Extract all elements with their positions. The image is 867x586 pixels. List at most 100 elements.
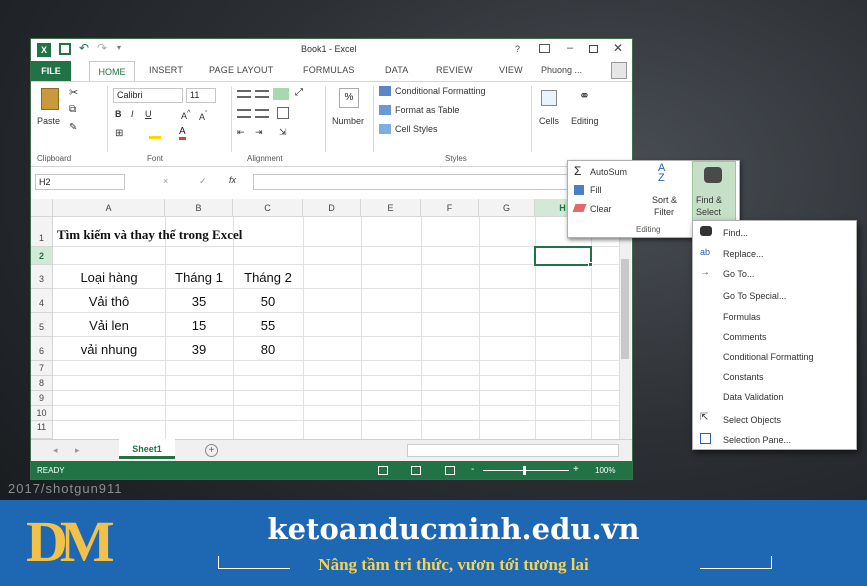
column-header-a[interactable]: A xyxy=(53,199,165,217)
menu-item-find[interactable]: Find... xyxy=(723,228,748,238)
menu-item-selection-pane[interactable]: Selection Pane... xyxy=(723,435,791,445)
row-header-9[interactable]: 9 xyxy=(31,391,53,406)
autosum-button[interactable]: AutoSum xyxy=(590,167,627,177)
orientation-icon[interactable]: ⤢ xyxy=(295,87,303,98)
page-break-view-icon[interactable] xyxy=(445,466,455,475)
enter-icon[interactable]: ✓ xyxy=(199,176,207,187)
row-header-3[interactable]: 3 xyxy=(31,265,53,289)
zoom-level[interactable]: 100% xyxy=(595,466,615,475)
zoom-out-button[interactable]: - xyxy=(471,464,474,475)
column-header-g[interactable]: G xyxy=(479,199,535,217)
tab-file[interactable]: FILE xyxy=(31,61,71,81)
italic-button[interactable]: I xyxy=(131,109,134,119)
column-header-e[interactable]: E xyxy=(361,199,421,217)
increase-indent-icon[interactable]: ⇥ xyxy=(255,127,263,138)
zoom-slider-thumb[interactable] xyxy=(523,466,526,475)
avatar[interactable] xyxy=(611,62,627,79)
align-left-icon[interactable] xyxy=(237,109,251,118)
minimize-button[interactable]: – xyxy=(567,42,573,54)
tab-formulas[interactable]: FORMULAS xyxy=(303,65,355,75)
new-sheet-button[interactable]: + xyxy=(205,444,218,457)
menu-item-comments[interactable]: Comments xyxy=(723,332,767,342)
borders-icon[interactable]: ⊞ xyxy=(115,128,123,139)
formula-input[interactable] xyxy=(253,174,573,190)
table-cell[interactable]: 50 xyxy=(233,294,303,309)
cells-button[interactable]: Cells xyxy=(539,116,559,126)
selected-cell-h2[interactable] xyxy=(534,246,592,266)
header-cell-loai-hang[interactable]: Loại hàng xyxy=(53,270,165,285)
normal-view-icon[interactable] xyxy=(378,466,388,475)
row-header-7[interactable]: 7 xyxy=(31,361,53,376)
menu-item-data-validation[interactable]: Data Validation xyxy=(723,392,783,402)
row-header-11[interactable]: 11 xyxy=(31,421,53,439)
column-header-c[interactable]: C xyxy=(233,199,303,217)
menu-item-go-to-special[interactable]: Go To Special... xyxy=(723,291,786,301)
align-top-icon[interactable] xyxy=(237,90,251,98)
paste-icon[interactable] xyxy=(41,88,59,110)
cell-styles-button[interactable]: Cell Styles xyxy=(395,124,438,134)
tab-review[interactable]: REVIEW xyxy=(436,65,473,75)
worksheet-grid[interactable]: A B C D E F G H 1 2 3 4 5 6 7 8 9 10 11 … xyxy=(31,199,632,439)
table-cell[interactable]: vải nhung xyxy=(53,342,165,357)
row-header-2[interactable]: 2 xyxy=(31,247,53,265)
font-name-box[interactable]: Calibri xyxy=(113,88,183,103)
tab-view[interactable]: VIEW xyxy=(499,65,523,75)
menu-item-go-to[interactable]: Go To... xyxy=(723,269,754,279)
undo-icon[interactable]: ↶ xyxy=(79,41,89,55)
table-cell[interactable]: 55 xyxy=(233,318,303,333)
help-button[interactable]: ? xyxy=(515,44,520,54)
decrease-indent-icon[interactable]: ⇤ xyxy=(237,127,245,138)
horizontal-scrollbar[interactable] xyxy=(407,444,619,457)
format-as-table-button[interactable]: Format as Table xyxy=(395,105,459,115)
column-header-b[interactable]: B xyxy=(165,199,233,217)
fill-color-icon[interactable] xyxy=(149,131,161,139)
cells-icon[interactable] xyxy=(541,90,557,106)
percent-icon[interactable]: % xyxy=(339,88,359,108)
sort-filter-button-line2[interactable]: Filter xyxy=(654,207,674,217)
tab-insert[interactable]: INSERT xyxy=(149,65,183,75)
column-header-f[interactable]: F xyxy=(421,199,479,217)
table-cell[interactable]: 35 xyxy=(165,294,233,309)
table-cell[interactable]: Vải len xyxy=(53,318,165,333)
table-cell[interactable]: 80 xyxy=(233,342,303,357)
font-size-box[interactable]: 11 xyxy=(186,88,216,103)
cut-icon[interactable]: ✂ xyxy=(69,86,78,99)
redo-icon[interactable]: ↷ xyxy=(97,41,107,55)
merge-icon[interactable]: ⇲ xyxy=(279,127,287,138)
number-format-button[interactable]: Number xyxy=(332,116,364,126)
table-cell[interactable]: 39 xyxy=(165,342,233,357)
tab-home[interactable]: HOME xyxy=(89,61,135,82)
page-layout-view-icon[interactable] xyxy=(411,466,421,475)
sort-filter-button-line1[interactable]: Sort & xyxy=(652,195,677,205)
save-icon[interactable] xyxy=(59,43,71,55)
editing-button[interactable]: Editing xyxy=(571,116,599,126)
shrink-font-icon[interactable]: Aˇ xyxy=(199,109,208,122)
ribbon-display-icon[interactable] xyxy=(539,44,550,53)
close-button[interactable]: ✕ xyxy=(613,41,623,55)
row-header-10[interactable]: 10 xyxy=(31,406,53,421)
account-name[interactable]: Phuong ... xyxy=(541,65,582,75)
row-header-1[interactable]: 1 xyxy=(31,217,53,247)
wrap-text-icon[interactable] xyxy=(277,107,289,119)
align-bottom-icon[interactable] xyxy=(273,88,289,100)
header-cell-thang-2[interactable]: Tháng 2 xyxy=(233,270,303,285)
table-cell[interactable]: Vải thô xyxy=(53,294,165,309)
tab-page-layout[interactable]: PAGE LAYOUT xyxy=(209,65,273,75)
format-painter-icon[interactable]: ✎ xyxy=(69,122,77,133)
next-sheet-icon[interactable]: ▸ xyxy=(75,445,80,456)
zoom-slider[interactable] xyxy=(483,470,569,471)
sheet-tab-sheet1[interactable]: Sheet1 xyxy=(119,439,175,459)
header-cell-thang-1[interactable]: Tháng 1 xyxy=(165,270,233,285)
row-header-4[interactable]: 4 xyxy=(31,289,53,313)
customize-qat-icon[interactable]: ▾ xyxy=(117,43,121,52)
vertical-scroll-thumb[interactable] xyxy=(621,259,629,359)
menu-item-conditional-formatting[interactable]: Conditional Formatting xyxy=(723,352,814,362)
font-color-icon[interactable]: A xyxy=(179,127,186,140)
bold-button[interactable]: B xyxy=(115,109,122,119)
clear-button[interactable]: Clear xyxy=(590,204,612,214)
copy-icon[interactable]: ⧉ xyxy=(69,104,76,115)
grow-font-icon[interactable]: A^ xyxy=(181,108,191,121)
underline-button[interactable]: U xyxy=(145,109,152,119)
cancel-icon[interactable]: × xyxy=(163,176,168,186)
maximize-button[interactable] xyxy=(589,45,598,53)
